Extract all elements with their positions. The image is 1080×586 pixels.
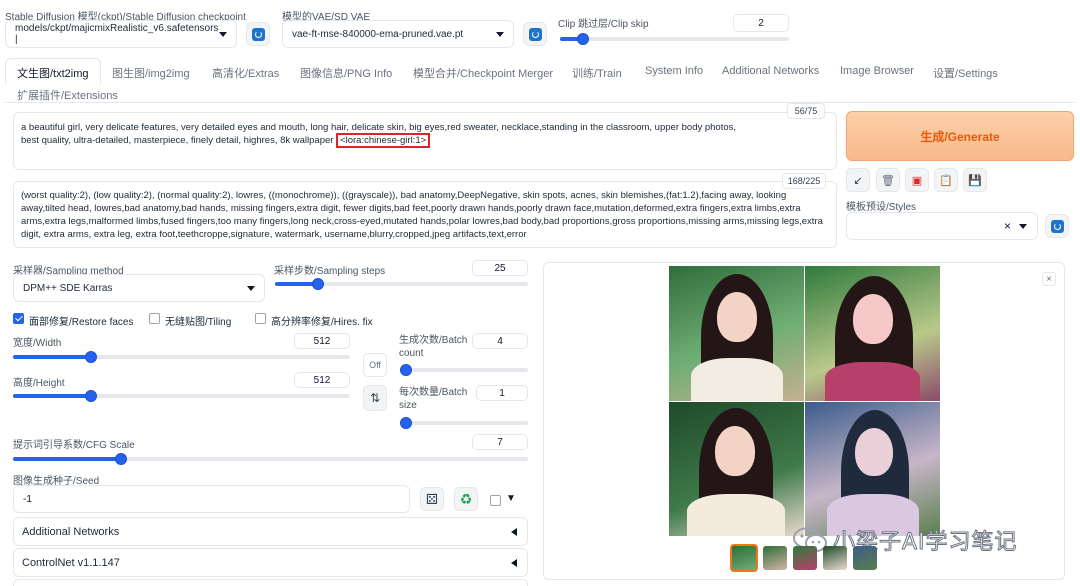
gallery-thumbnail-selected[interactable] <box>730 544 758 572</box>
gallery-thumbnail[interactable] <box>823 546 847 570</box>
height-label: 高度/Height <box>13 378 65 389</box>
batch-count-label: 生成次数/Batch count <box>399 335 468 359</box>
close-icon[interactable]: × <box>1042 272 1056 286</box>
off-button[interactable]: Off <box>363 353 387 377</box>
steps-slider[interactable] <box>275 278 528 290</box>
swap-dimensions-icon[interactable]: ⇅ <box>363 385 387 411</box>
negative-token-counter: 168/225 <box>782 173 826 189</box>
accordion-additional-networks[interactable]: Additional Networks <box>13 517 528 546</box>
tab-txt2img[interactable]: 文生图/txt2img <box>17 65 89 81</box>
styles-label: 模板预设/Styles <box>846 202 917 213</box>
clip-skip-label: Clip 跳过层/Clip skip <box>558 19 649 30</box>
seed-input[interactable]: -1 <box>13 485 410 513</box>
width-input[interactable]: 512 <box>294 333 350 349</box>
output-image-1[interactable] <box>669 266 804 401</box>
refresh-icon <box>1050 219 1064 233</box>
styles-select[interactable]: × <box>846 212 1038 240</box>
prompt-textarea[interactable]: a beautiful girl, very delicate features… <box>13 112 837 170</box>
hires-fix-checkbox[interactable] <box>255 313 266 324</box>
accordion-controlnet[interactable]: ControlNet v1.1.147 <box>13 548 528 577</box>
refresh-icon <box>528 27 542 41</box>
trash-icon[interactable]: 🗑 <box>876 168 900 192</box>
tiling-checkbox[interactable] <box>149 313 160 324</box>
save-icon[interactable]: 💾 <box>963 168 987 192</box>
batch-size-input[interactable]: 1 <box>476 385 528 401</box>
image-icon[interactable]: ▣ <box>905 168 929 192</box>
generate-button[interactable]: 生成/Generate <box>846 111 1074 161</box>
clipboard-icon[interactable]: 📋 <box>934 168 958 192</box>
output-image-4[interactable] <box>805 402 940 536</box>
chevron-down-icon <box>247 285 255 291</box>
extra-seed-checkbox[interactable] <box>490 495 501 506</box>
accordion-label: ControlNet v1.1.147 <box>22 556 120 569</box>
steps-input[interactable]: 25 <box>472 260 528 276</box>
width-label: 宽度/Width <box>13 338 62 349</box>
chevron-down-icon <box>1019 223 1027 229</box>
tab-additional-networks[interactable]: Additional Networks <box>722 65 819 77</box>
vae-select[interactable]: vae-ft-mse-840000-ema-pruned.vae.pt <box>282 20 514 48</box>
tiling-label: 无缝贴图/Tiling <box>165 317 232 328</box>
cfg-scale-label: 提示词引导系数/CFG Scale <box>13 440 135 451</box>
tab-settings[interactable]: 设置/Settings <box>933 65 998 81</box>
restore-faces-checkbox[interactable] <box>13 313 24 324</box>
tab-png-info[interactable]: 图像信息/PNG Info <box>300 65 392 81</box>
batch-count-input[interactable]: 4 <box>472 333 528 349</box>
refresh-icon <box>251 27 265 41</box>
steps-label: 采样步数/Sampling steps <box>274 266 386 277</box>
batch-size-slider[interactable] <box>400 417 528 429</box>
tab-extensions[interactable]: 扩展插件/Extensions <box>17 87 118 103</box>
dice-icon[interactable]: ⚄ <box>420 487 444 511</box>
collapse-arrow-icon <box>511 558 517 567</box>
negative-prompt-text: (worst quality:2), (low quality:2), (nor… <box>21 190 823 240</box>
lora-tag-highlight: <lora:chinese-girl:1> <box>336 133 431 148</box>
sampler-value: DPM++ SDE Karras <box>23 282 113 294</box>
checkpoint-select[interactable]: models/ckpt/majicmixRealistic_v6.safeten… <box>5 20 237 48</box>
clip-skip-slider[interactable] <box>560 33 789 45</box>
tab-extras[interactable]: 高清化/Extras <box>212 65 279 81</box>
cfg-scale-slider[interactable] <box>13 453 528 465</box>
gallery-thumbnail[interactable] <box>853 546 877 570</box>
tab-divider <box>5 102 1075 103</box>
height-slider[interactable] <box>13 390 350 402</box>
chevron-down-icon <box>496 31 504 37</box>
prompt-token-counter: 56/75 <box>787 103 825 119</box>
tab-image-browser[interactable]: Image Browser <box>840 65 914 77</box>
tab-system-info[interactable]: System Info <box>645 65 703 77</box>
width-slider[interactable] <box>13 351 350 363</box>
collapse-arrow-icon <box>511 527 517 536</box>
height-input[interactable]: 512 <box>294 372 350 388</box>
tab-checkpoint-merger[interactable]: 模型合并/Checkpoint Merger <box>413 65 553 81</box>
chevron-down-icon <box>219 31 227 37</box>
batch-size-label: 每次数量/Batch size <box>399 387 468 411</box>
negative-prompt-textarea[interactable]: (worst quality:2), (low quality:2), (nor… <box>13 181 837 248</box>
output-image-2[interactable] <box>805 266 940 401</box>
sampler-select[interactable]: DPM++ SDE Karras <box>13 274 265 302</box>
clear-icon[interactable]: × <box>1004 219 1011 233</box>
batch-count-slider[interactable] <box>400 364 528 376</box>
cfg-scale-input[interactable]: 7 <box>472 434 528 450</box>
accordion-next[interactable] <box>13 579 528 586</box>
clip-skip-input[interactable]: 2 <box>733 14 789 32</box>
refresh-styles-button[interactable] <box>1045 214 1069 238</box>
prompt-line-2: best quality, ultra-detailed, masterpiec… <box>21 133 829 148</box>
output-image-3[interactable] <box>669 402 804 536</box>
accordion-label: Additional Networks <box>22 525 120 538</box>
refresh-checkpoint-button[interactable] <box>246 22 270 46</box>
hires-fix-label: 高分辨率修复/Hires. fix <box>271 317 373 328</box>
vae-value: vae-ft-mse-840000-ema-pruned.vae.pt <box>292 28 464 40</box>
recycle-icon[interactable]: ♻ <box>454 487 478 511</box>
tab-img2img[interactable]: 图生图/img2img <box>112 65 190 81</box>
tab-train[interactable]: 训练/Train <box>572 65 622 81</box>
gallery-thumbnail[interactable] <box>763 546 787 570</box>
arrow-icon[interactable]: ↙ <box>846 168 870 192</box>
restore-faces-label: 面部修复/Restore faces <box>29 317 134 328</box>
gallery-thumbnail[interactable] <box>793 546 817 570</box>
refresh-vae-button[interactable] <box>523 22 547 46</box>
extra-seed-toggle-icon[interactable]: ▼ <box>506 493 516 504</box>
checkpoint-value: models/ckpt/majicmixRealistic_v6.safeten… <box>15 23 219 45</box>
